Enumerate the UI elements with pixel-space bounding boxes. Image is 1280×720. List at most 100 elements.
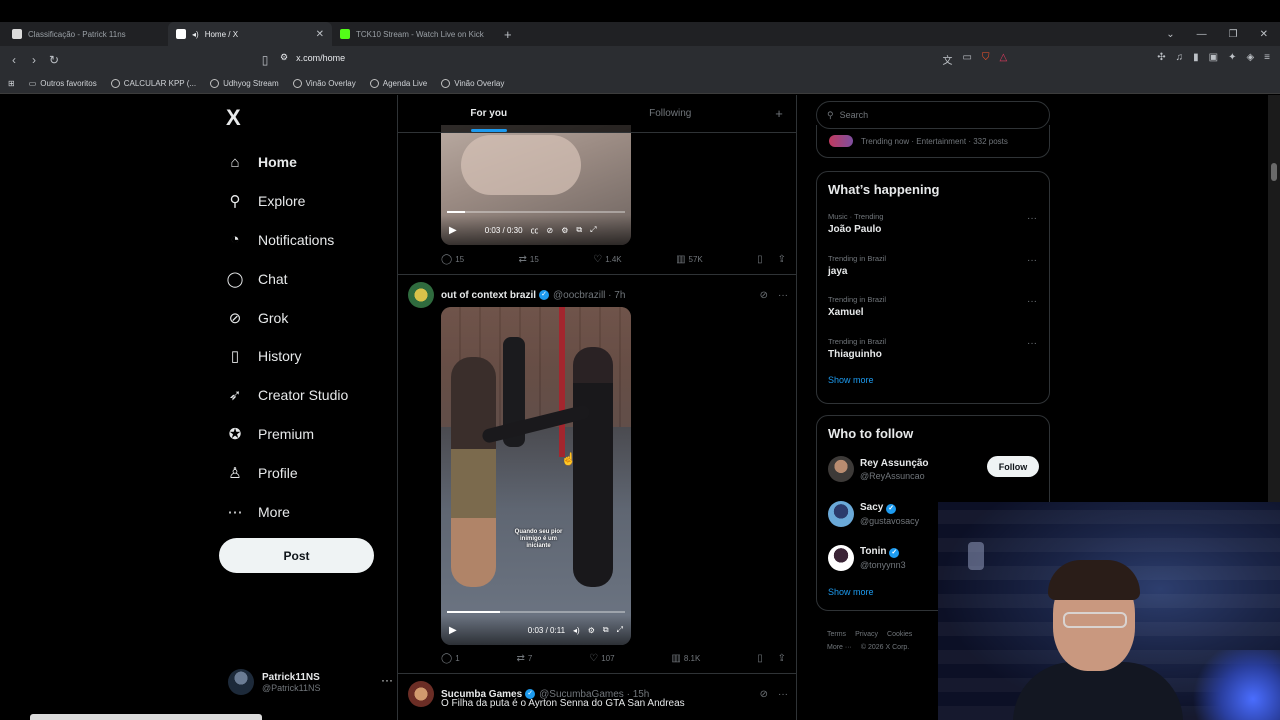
captions-icon[interactable]: ㏄ [531, 225, 539, 236]
bookmark-item[interactable]: Udhyog Stream [210, 79, 279, 88]
privacy-link[interactable]: Privacy [855, 631, 878, 638]
restore-icon[interactable]: ❐ [1229, 29, 1238, 40]
sidebar-item-notifications[interactable]: ◔ Notifications [226, 221, 348, 260]
bookmark-item[interactable]: ▭ Outros favoritos [29, 79, 97, 88]
share-icon[interactable]: ⇪ [778, 254, 786, 265]
more-dots-icon[interactable]: ··· [1027, 296, 1037, 307]
trend-item[interactable]: Trending in Brazil jaya ··· [817, 245, 1049, 287]
leo-icon[interactable]: ✦ [1228, 52, 1236, 67]
volume-icon[interactable]: ◂) [573, 626, 580, 635]
sidebar-item-more[interactable]: ⋯ More [226, 492, 348, 531]
sidebar-item-history[interactable]: ▯ History [226, 337, 348, 376]
video-progress-bar[interactable] [447, 211, 625, 213]
media-icon[interactable]: ♫ [1176, 52, 1184, 67]
author-handle[interactable]: @oocbrazill [553, 290, 605, 301]
add-tab-icon[interactable]: + [761, 95, 796, 132]
translate-icon[interactable]: 文 [943, 52, 953, 67]
search-input[interactable]: ⚲ Search [816, 101, 1050, 129]
follow-button[interactable]: Follow [987, 456, 1039, 477]
trend-item[interactable]: Trending in Brazil Xamuel ··· [817, 286, 1049, 328]
scrollbar-thumb[interactable] [1271, 163, 1277, 181]
more-dots-icon[interactable]: ··· [1027, 213, 1037, 224]
wallet-icon[interactable]: ▣ [1209, 52, 1218, 67]
close-window-icon[interactable]: ✕ [1260, 29, 1268, 40]
tab-following[interactable]: Following [580, 95, 762, 132]
forward-icon[interactable]: › [24, 53, 44, 67]
bookmark-page-icon[interactable]: ▯ [255, 53, 275, 67]
vpn-icon[interactable]: ◈ [1246, 52, 1254, 67]
reply-button[interactable]: ◯ 15 [441, 254, 464, 265]
grok-icon[interactable]: ⊘ [760, 689, 768, 700]
more-dots-icon[interactable]: ··· [1027, 338, 1037, 349]
more-dots-icon[interactable]: ··· [778, 689, 788, 700]
bookmark-item[interactable]: Vinão Overlay [441, 79, 504, 88]
sidebar-icon[interactable]: ▮ [1193, 52, 1199, 67]
more-dots-icon[interactable]: ··· [381, 673, 393, 687]
cookies-link[interactable]: Cookies [887, 631, 912, 638]
tab-search-icon[interactable]: ⌄ [1166, 29, 1174, 40]
bookmark-icon[interactable]: ▯ [757, 254, 763, 265]
more-dots-icon[interactable]: ··· [1027, 255, 1037, 266]
apps-grid-icon[interactable]: ⊞ [8, 79, 15, 88]
reply-button[interactable]: ◯ 1 [441, 653, 460, 664]
follow-suggestion[interactable]: Rey Assunção @ReyAssuncao Follow [817, 447, 1049, 492]
close-tab-icon[interactable]: ✕ [316, 29, 324, 40]
avatar[interactable] [408, 282, 434, 308]
video-player[interactable]: ▶ 0:03 / 0:30 ㏄ ⊘ ⚙ ⧉ ⤢ [441, 125, 631, 245]
url-field[interactable]: ⚙ x.com/home [280, 52, 345, 63]
new-tab-icon[interactable]: + [504, 27, 512, 42]
sidebar-item-home[interactable]: ⌂ Home [226, 143, 348, 182]
cast-icon[interactable]: ▭ [963, 52, 972, 67]
fullscreen-icon[interactable]: ⤢ [617, 625, 623, 635]
account-switcher[interactable]: Patrick11NS @Patrick11NS ··· [228, 669, 393, 695]
repost-button[interactable]: ⇄ 15 [519, 254, 539, 265]
tab-home-x[interactable]: ◂) Home / X ✕ [168, 22, 332, 46]
show-more-link[interactable]: Show more [828, 375, 1049, 385]
sidebar-item-grok[interactable]: ⊘ Grok [226, 298, 348, 337]
trend-top-card[interactable]: Trending now · Entertainment · 332 posts [816, 125, 1050, 158]
pip-icon[interactable]: ⧉ [576, 225, 582, 235]
x-logo[interactable]: X [226, 105, 241, 131]
repost-button[interactable]: ⇄ 7 [517, 653, 533, 664]
like-button[interactable]: ♡ 1.4K [593, 254, 621, 265]
video-player[interactable]: Quando seu pior inimigo é um iniciante ▶… [441, 307, 631, 645]
bookmark-item[interactable]: CALCULAR KPP (... [110, 79, 196, 88]
back-icon[interactable]: ‹ [4, 53, 24, 67]
play-icon[interactable]: ▶ [449, 625, 457, 636]
speaker-icon[interactable]: ◂) [192, 30, 199, 39]
video-progress-bar[interactable] [447, 611, 625, 613]
sidebar-item-creator-studio[interactable]: ➶ Creator Studio [226, 376, 349, 415]
avatar[interactable] [408, 681, 434, 707]
sidebar-item-chat[interactable]: ◯ Chat [226, 259, 348, 298]
terms-link[interactable]: Terms [827, 631, 846, 638]
more-dots-icon[interactable]: ··· [778, 290, 788, 301]
brave-shield-icon[interactable]: ⛉ [982, 52, 990, 67]
sidebar-item-profile[interactable]: ♙ Profile [226, 453, 348, 492]
bookmark-item[interactable]: Vinão Overlay [292, 79, 356, 88]
extensions-icon[interactable]: ✣ [1157, 52, 1165, 67]
share-icon[interactable]: ⇪ [778, 653, 786, 664]
tab-kick[interactable]: TCK10 Stream - Watch Live on Kick [332, 22, 496, 46]
rewards-icon[interactable]: △ [1000, 52, 1008, 67]
views-button[interactable]: ▥ 8.1K [671, 653, 700, 664]
tab-for-you[interactable]: For you [398, 95, 580, 132]
like-button[interactable]: ♡ 107 [589, 653, 614, 664]
trend-item[interactable]: Music · Trending João Paulo ··· [817, 203, 1049, 245]
tweet-text[interactable]: O Filha da puta é o Ayrton Senna do GTA … [441, 698, 685, 709]
author-name[interactable]: out of context brazil [441, 290, 536, 301]
site-info-icon[interactable]: ⚙ [280, 52, 288, 63]
tab-classificacao[interactable]: Classificação - Patrick 11ns [4, 22, 168, 46]
sidebar-item-premium[interactable]: ✪ Premium [226, 415, 348, 454]
post-button[interactable]: Post [219, 538, 374, 573]
settings-icon[interactable]: ⚙ [588, 626, 595, 635]
bookmark-icon[interactable]: ▯ [757, 653, 763, 664]
settings-icon[interactable]: ⚙ [561, 226, 568, 235]
pip-icon[interactable]: ⧉ [603, 625, 609, 635]
minimize-icon[interactable]: — [1197, 29, 1207, 40]
reload-icon[interactable]: ↻ [44, 53, 64, 67]
tweet-age[interactable]: 7h [614, 290, 625, 301]
play-icon[interactable]: ▶ [449, 225, 457, 236]
fullscreen-icon[interactable]: ⤢ [590, 225, 596, 235]
trend-item[interactable]: Trending in Brazil Thiaguinho ··· [817, 328, 1049, 370]
menu-icon[interactable]: ≡ [1264, 52, 1270, 67]
